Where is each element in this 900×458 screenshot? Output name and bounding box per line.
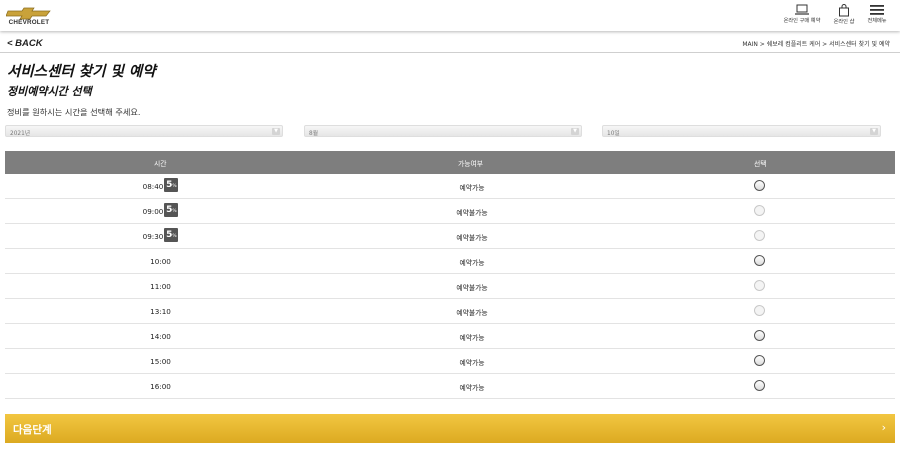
time-value: 11:00	[150, 282, 171, 291]
availability-cell: 예약불가능	[456, 309, 488, 317]
chevron-down-icon: ▼	[272, 128, 280, 135]
time-value: 08:40	[142, 182, 164, 191]
top-header: CHEVROLET 온라인 구매 예약 온라인 샵 전체메뉴	[0, 0, 900, 31]
day-select[interactable]: 10일 ▼	[602, 125, 881, 137]
time-value: 15:00	[150, 357, 171, 366]
discount-badge: 5%	[164, 203, 179, 217]
discount-unit: %	[172, 209, 177, 214]
table-header: 시간 가능여부 선택	[5, 151, 895, 174]
availability-cell: 예약불가능	[456, 284, 488, 292]
brand-wordmark: CHEVROLET	[8, 19, 50, 26]
discount-badge: 5%	[164, 178, 179, 192]
online-purchase-button[interactable]: 온라인 구매 예약	[780, 4, 824, 28]
next-step-label: 다음단계	[13, 424, 52, 436]
header-time: 시간	[154, 160, 167, 168]
section-title: 정비예약시간 선택	[7, 85, 92, 98]
back-link[interactable]: < BACK	[7, 38, 43, 49]
header-availability: 가능여부	[458, 160, 484, 168]
table-row: 09:00 5% 예약불가능	[5, 199, 895, 224]
all-menu-label: 전체메뉴	[867, 18, 887, 24]
discount-badge: 5%	[164, 228, 179, 242]
day-select-value: 10일	[607, 131, 620, 137]
table-row: 08:40 5% 예약가능	[5, 174, 895, 199]
online-purchase-label: 온라인 구매 예약	[783, 18, 821, 24]
select-cell	[754, 380, 766, 392]
time-slot-radio	[754, 280, 765, 291]
time-value: 10:00	[150, 257, 171, 266]
time-slot-radio[interactable]	[754, 330, 765, 341]
time-cell: 15:00	[5, 357, 316, 366]
time-value: 09:30	[142, 232, 164, 241]
instruction-text: 정비를 원하시는 시간을 선택해 주세요.	[7, 107, 141, 117]
select-cell	[754, 255, 766, 267]
year-select-value: 2021년	[10, 131, 31, 137]
online-shop-button[interactable]: 온라인 샵	[830, 4, 858, 28]
table-row: 16:00 예약가능	[5, 374, 895, 399]
chevrolet-logo[interactable]: CHEVROLET	[5, 5, 52, 27]
laptop-icon	[795, 4, 809, 15]
time-cell: 16:00	[5, 382, 316, 391]
time-slot-radio	[754, 230, 765, 241]
header-select: 선택	[754, 160, 767, 168]
time-slot-radio	[754, 205, 765, 216]
time-cell: 08:40 5%	[5, 178, 316, 192]
discount-unit: %	[172, 184, 177, 189]
time-slot-radio[interactable]	[754, 180, 765, 191]
year-select[interactable]: 2021년 ▼	[5, 125, 283, 137]
select-cell	[754, 180, 766, 192]
time-cell: 14:00	[5, 332, 316, 341]
time-slot-radio[interactable]	[754, 355, 765, 366]
sub-navigation-bar: < BACK MAIN > 쉐보레 컴플리트 케어 > 서비스센터 찾기 및 예…	[0, 31, 900, 53]
table-row: 15:00 예약가능	[5, 349, 895, 374]
time-slot-radio[interactable]	[754, 380, 765, 391]
table-row: 11:00 예약불가능	[5, 274, 895, 299]
reservation-time-table: 시간 가능여부 선택 08:40 5% 예약가능 09:00 5% 예약불가능 09:30 5…	[5, 151, 895, 399]
hamburger-menu-icon	[870, 5, 884, 15]
time-cell: 13:10	[5, 307, 316, 316]
next-step-button[interactable]: 다음단계 ›	[5, 414, 895, 443]
select-cell	[754, 230, 766, 242]
month-select[interactable]: 8월 ▼	[304, 125, 582, 137]
time-slot-radio	[754, 305, 765, 316]
select-cell	[754, 205, 766, 217]
table-row: 10:00 예약가능	[5, 249, 895, 274]
table-row: 13:10 예약불가능	[5, 299, 895, 324]
discount-unit: %	[172, 234, 177, 239]
time-value: 13:10	[150, 307, 171, 316]
time-value: 09:00	[142, 207, 164, 216]
chevron-right-icon: ›	[881, 421, 886, 434]
time-slot-radio[interactable]	[754, 255, 765, 266]
chevron-down-icon: ▼	[571, 128, 579, 135]
availability-cell: 예약가능	[459, 334, 485, 342]
table-row: 14:00 예약가능	[5, 324, 895, 349]
time-cell: 09:00 5%	[5, 203, 316, 217]
time-cell: 09:30 5%	[5, 228, 316, 242]
availability-cell: 예약불가능	[456, 209, 488, 217]
page-title: 서비스센터 찾기 및 예약	[7, 64, 156, 80]
table-body: 08:40 5% 예약가능 09:00 5% 예약불가능 09:30 5% 예약불가능 10:00…	[5, 174, 895, 399]
select-cell	[754, 280, 766, 292]
availability-cell: 예약가능	[459, 184, 485, 192]
time-cell: 11:00	[5, 282, 316, 291]
availability-cell: 예약가능	[459, 384, 485, 392]
time-cell: 10:00	[5, 257, 316, 266]
availability-cell: 예약가능	[459, 259, 485, 267]
table-row: 09:30 5% 예약불가능	[5, 224, 895, 249]
time-value: 16:00	[150, 382, 171, 391]
select-cell	[754, 330, 766, 342]
online-shop-label: 온라인 샵	[833, 19, 855, 25]
shopping-bag-icon	[839, 4, 849, 17]
chevron-down-icon: ▼	[870, 128, 878, 135]
availability-cell: 예약가능	[459, 359, 485, 367]
availability-cell: 예약불가능	[456, 234, 488, 242]
all-menu-button[interactable]: 전체메뉴	[864, 4, 890, 28]
select-cell	[754, 305, 766, 317]
select-cell	[754, 355, 766, 367]
breadcrumb: MAIN > 쉐보레 컴플리트 케어 > 서비스센터 찾기 및 예약	[742, 41, 890, 48]
time-value: 14:00	[150, 332, 171, 341]
month-select-value: 8월	[309, 131, 319, 137]
